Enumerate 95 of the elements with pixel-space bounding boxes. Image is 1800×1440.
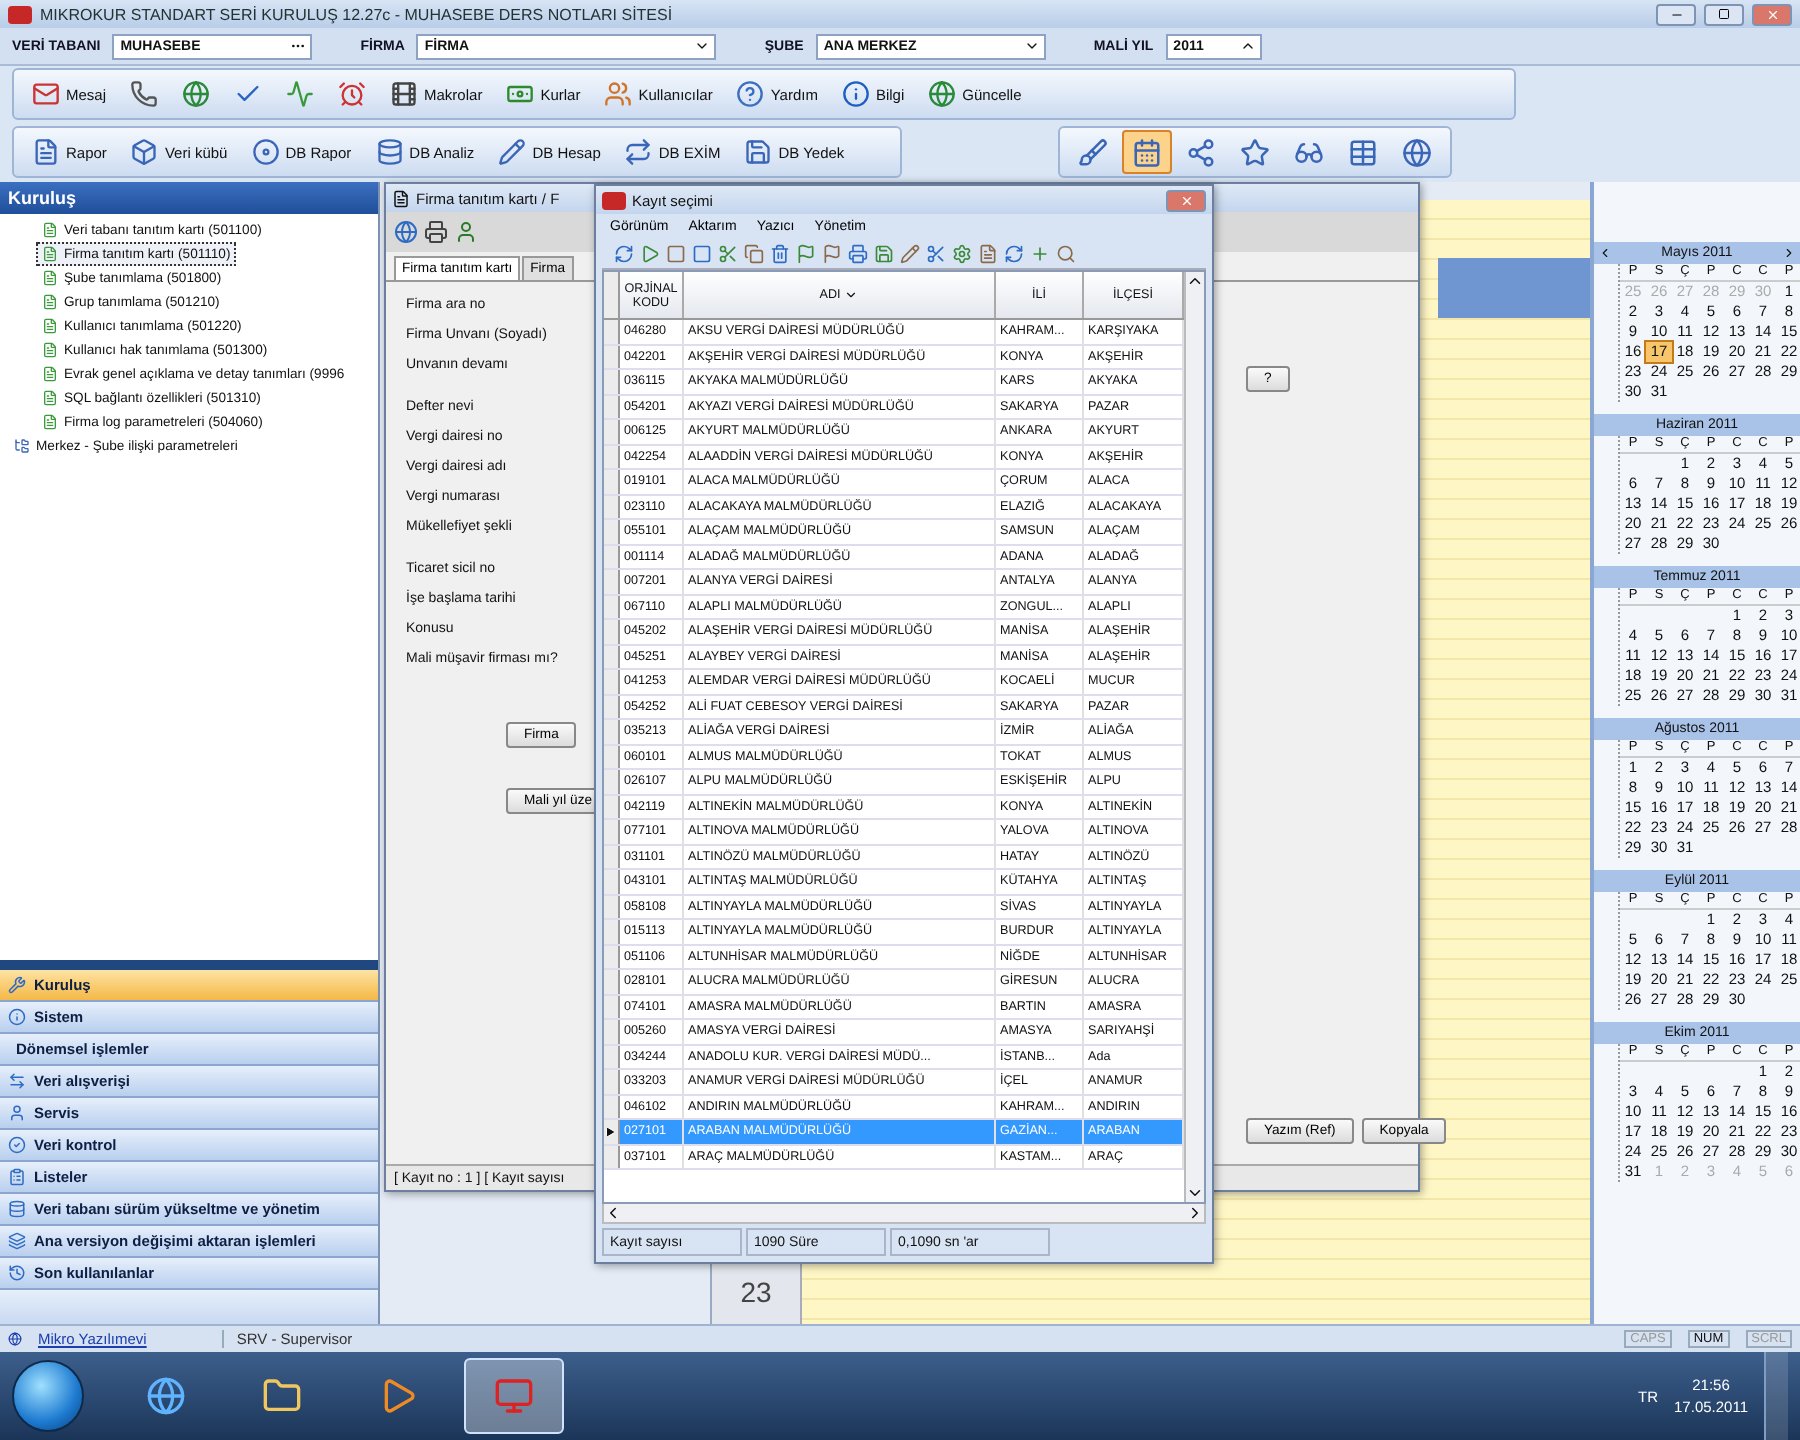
scroll-up-icon[interactable] [1186,272,1204,290]
globe-icon[interactable] [182,80,211,108]
document-icon [42,318,58,334]
square-icon[interactable] [692,243,712,263]
window-title: MIKROKUR STANDART SERİ KURULUŞ 12.27c - MUHASEBE DERS NOTLARI SİTESİ [40,5,675,23]
scissors-icon[interactable] [926,243,946,263]
document-icon [42,366,58,382]
maximize-icon [1718,8,1730,20]
hour-label: 23 [740,1276,772,1308]
close-icon [1765,7,1779,21]
glasses-icon [1294,137,1324,167]
document-icon [42,342,58,358]
database-icon [8,1200,26,1218]
table-icon [1348,137,1378,167]
layers-icon [8,1232,26,1250]
document-icon [42,222,58,238]
pencil-icon [498,138,527,166]
app-icon [494,1376,534,1416]
scroll-left-icon[interactable] [604,1204,622,1222]
print-icon[interactable] [424,220,448,244]
settings-icon[interactable] [952,243,972,263]
app-logo [602,191,626,209]
globe-icon[interactable] [394,220,418,244]
previous-icon[interactable] [1598,246,1612,260]
start-button[interactable] [12,1360,84,1432]
trash-icon[interactable] [770,243,790,263]
folder-icon [262,1376,302,1416]
taskbar-button[interactable] [464,1358,564,1434]
tool-button[interactable] [1122,130,1172,174]
user-icon [8,1104,26,1122]
cube-icon [130,138,159,166]
document-icon [42,270,58,286]
share-icon [1186,137,1216,167]
clock-icon[interactable] [338,80,367,108]
globe-icon [8,1332,22,1346]
copy-icon[interactable] [744,243,764,263]
calendar-icon [1132,137,1162,167]
document-icon [42,390,58,406]
refresh-icon[interactable] [1004,243,1024,263]
document-icon [42,294,58,310]
dropdown-icon[interactable] [1023,38,1040,54]
check-icon [8,1136,26,1154]
globe-icon [928,80,957,108]
disc-icon [251,138,280,166]
maximize-button[interactable] [1704,3,1744,25]
chart-icon[interactable] [286,80,315,108]
exchange-icon [624,138,653,166]
scrollbar[interactable] [602,1204,1206,1224]
exchange-icon [8,1072,26,1090]
panel-title: Kuruluş [0,182,378,214]
info-icon [841,80,870,108]
dropdown-icon[interactable] [694,38,711,54]
folder-tree-icon [14,438,30,454]
pencil-icon[interactable] [900,243,920,263]
window-icon [392,189,410,207]
row-selector[interactable] [604,1120,620,1143]
next-icon[interactable] [1782,246,1796,260]
show-desktop-button[interactable] [1764,1352,1788,1440]
play-icon[interactable] [640,243,660,263]
browser-icon [146,1376,186,1416]
database-icon [375,138,404,166]
print-icon[interactable] [848,243,868,263]
star-icon [1240,137,1270,167]
document-icon [32,138,60,166]
wrench-icon [8,976,26,994]
banknote-icon [506,80,535,108]
save-icon [744,138,773,166]
spinner-icon[interactable] [1239,38,1256,54]
save-icon[interactable] [874,243,894,263]
list-icon [8,1168,26,1186]
scroll-down-icon[interactable] [1186,1184,1204,1202]
phone-icon[interactable] [130,80,159,108]
brush-icon [1078,137,1108,167]
user-icon[interactable] [454,220,478,244]
close-icon [1179,193,1193,207]
users-icon [604,80,633,108]
document-icon [42,414,58,430]
film-icon [390,80,419,108]
globe-icon [1402,137,1432,167]
scrollbar[interactable] [1184,272,1204,1202]
dropdown-icon[interactable] [844,288,859,302]
app-logo [8,5,32,23]
document-icon[interactable] [978,243,998,263]
history-icon [8,1264,26,1282]
close-button[interactable] [1166,189,1206,211]
refresh-icon[interactable] [614,243,634,263]
mail-icon [32,80,60,108]
square-icon[interactable] [666,243,686,263]
scroll-right-icon[interactable] [1186,1204,1204,1222]
scissors-icon[interactable] [718,243,738,263]
plus-icon[interactable] [1030,243,1050,263]
info-icon [8,1008,26,1026]
help-icon [736,80,765,108]
search-icon[interactable] [1056,243,1076,263]
document-icon [42,246,58,262]
